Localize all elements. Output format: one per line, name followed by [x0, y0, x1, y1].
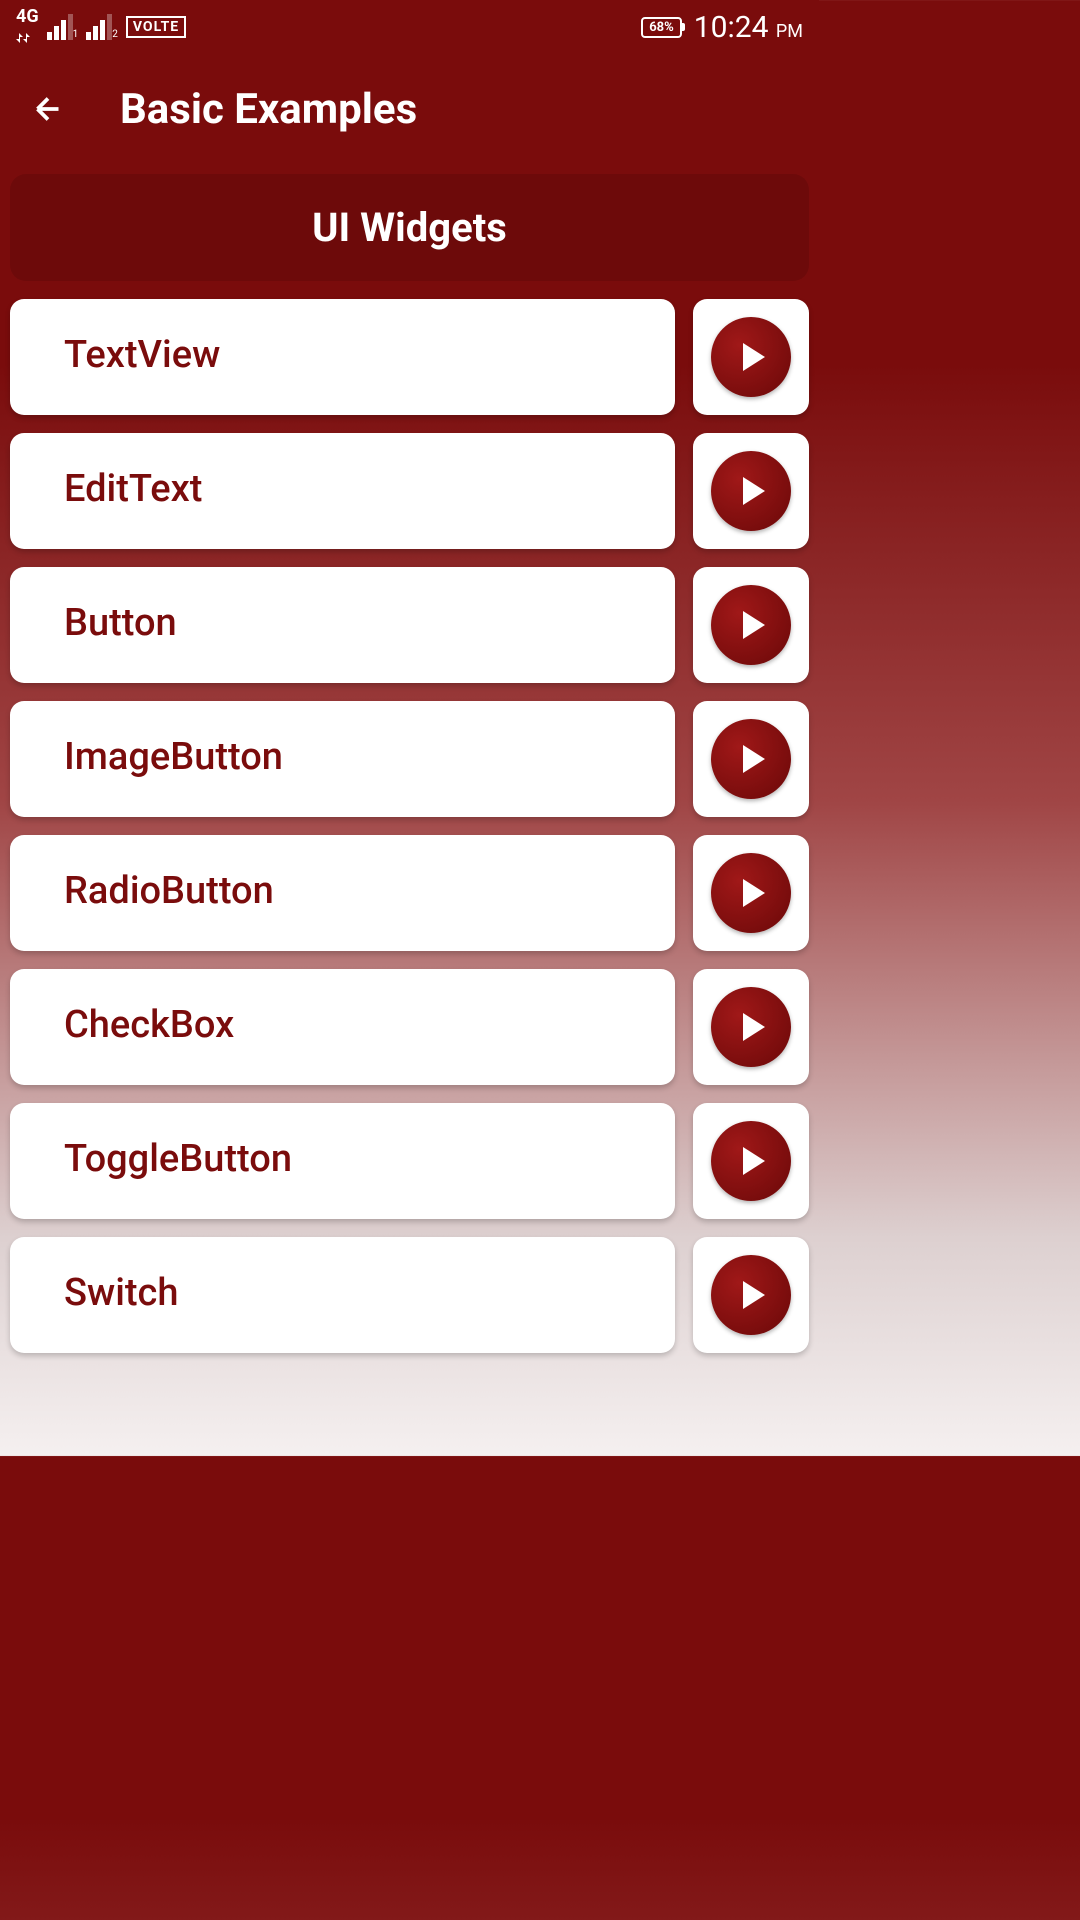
- page-title: Basic Examples: [120, 85, 417, 134]
- play-icon: [711, 1255, 791, 1335]
- play-icon: [711, 853, 791, 933]
- app-bar: Basic Examples: [0, 54, 819, 164]
- battery-icon: 68%: [641, 17, 682, 38]
- play-icon: [711, 585, 791, 665]
- list-item-textview[interactable]: TextView: [10, 299, 675, 415]
- play-button-radiobutton[interactable]: [693, 835, 809, 951]
- play-icon: [711, 1121, 791, 1201]
- play-icon: [711, 451, 791, 531]
- status-time: 10:24 PM: [694, 10, 803, 45]
- play-icon: [711, 719, 791, 799]
- play-button-imagebutton[interactable]: [693, 701, 809, 817]
- list-item-button[interactable]: Button: [10, 567, 675, 683]
- play-button-checkbox[interactable]: [693, 969, 809, 1085]
- list-item-togglebutton[interactable]: ToggleButton: [10, 1103, 675, 1219]
- list-item-checkbox[interactable]: CheckBox: [10, 969, 675, 1085]
- play-button-switch[interactable]: [693, 1237, 809, 1353]
- play-button-togglebutton[interactable]: [693, 1103, 809, 1219]
- back-arrow-icon: [30, 91, 66, 127]
- list-item-edittext[interactable]: EditText: [10, 433, 675, 549]
- play-icon: [711, 317, 791, 397]
- volte-badge: VOLTE: [126, 16, 186, 38]
- network-type-icon: 4G: [16, 6, 39, 48]
- play-button-edittext[interactable]: [693, 433, 809, 549]
- play-button-textview[interactable]: [693, 299, 809, 415]
- status-bar: 4G 1 2 VOLTE 68% 10:24 PM: [0, 0, 819, 54]
- signal-1-icon: 1: [47, 14, 79, 40]
- section-header: UI Widgets: [10, 174, 809, 281]
- list-item-imagebutton[interactable]: ImageButton: [10, 701, 675, 817]
- list-item-switch[interactable]: Switch: [10, 1237, 675, 1353]
- back-button[interactable]: [24, 85, 72, 133]
- play-icon: [711, 987, 791, 1067]
- play-button-button[interactable]: [693, 567, 809, 683]
- list-item-radiobutton[interactable]: RadioButton: [10, 835, 675, 951]
- signal-2-icon: 2: [86, 14, 118, 40]
